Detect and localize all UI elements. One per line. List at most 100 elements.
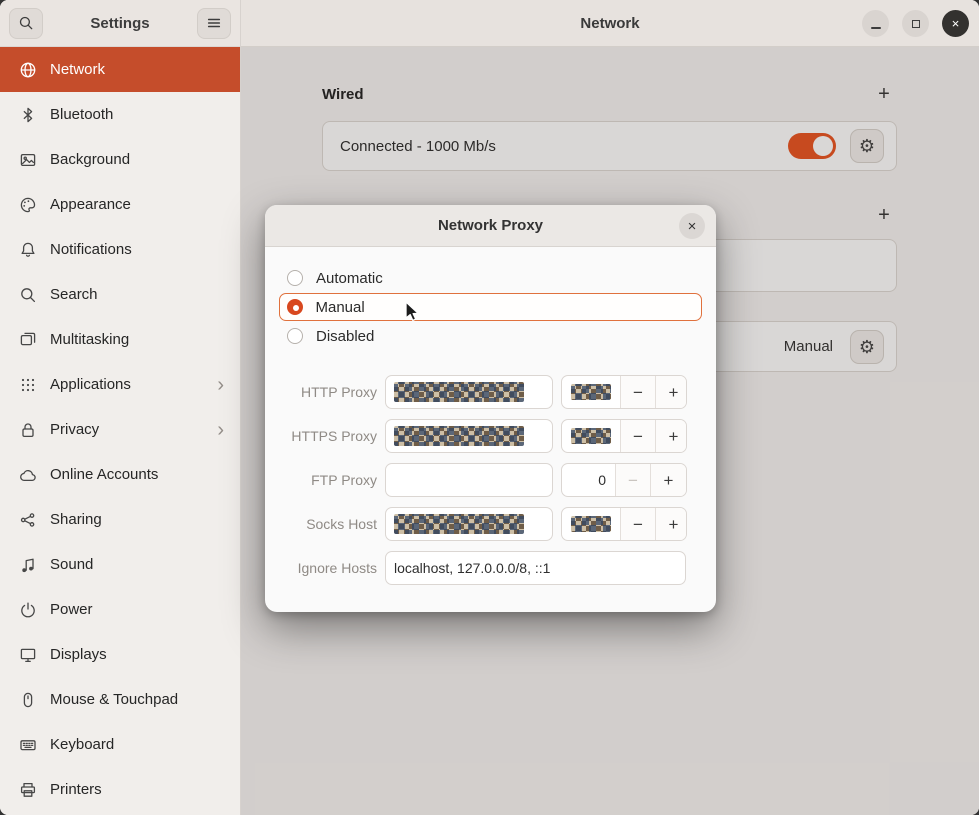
socks-host-row: Socks Host −+ — [265, 507, 716, 541]
proxy-mode-label: Automatic — [316, 270, 383, 287]
sidebar-item-label: Appearance — [50, 196, 131, 213]
bluetooth-icon — [19, 106, 37, 124]
proxy-mode-label: Manual — [316, 299, 365, 316]
redacted-value — [571, 516, 611, 532]
power-icon — [19, 601, 37, 619]
search-icon — [18, 15, 34, 31]
http-proxy-port-increment-button[interactable]: + — [656, 376, 687, 408]
https-proxy-port-increment-button[interactable]: + — [656, 420, 687, 452]
https-proxy-port-decrement-button[interactable]: − — [621, 420, 656, 452]
minimize-button[interactable] — [862, 10, 889, 37]
sound-icon — [19, 556, 37, 574]
proxy-mode-label: Disabled — [316, 328, 374, 345]
close-button[interactable]: × — [942, 10, 969, 37]
radio-selected-icon[interactable] — [287, 299, 303, 315]
http-proxy-port-spinner: −+ — [561, 375, 687, 409]
sidebar-item-online-accounts[interactable]: Online Accounts — [0, 452, 240, 497]
dialog-title: Network Proxy — [438, 217, 543, 234]
sidebar-item-network[interactable]: Network — [0, 47, 240, 92]
sidebar-item-printers[interactable]: Printers — [0, 767, 240, 812]
sidebar-item-power[interactable]: Power — [0, 587, 240, 632]
socks-host-input[interactable] — [385, 507, 553, 541]
sidebar-item-notifications[interactable]: Notifications — [0, 227, 240, 272]
dialog-close-button[interactable]: × — [679, 213, 705, 239]
sidebar-item-keyboard[interactable]: Keyboard — [0, 722, 240, 767]
https-proxy-port-value[interactable] — [562, 420, 621, 452]
settings-window: Settings Network Bluetooth Background Appea… — [0, 0, 979, 815]
socks-host-port-spinner: −+ — [561, 507, 687, 541]
chevron-right-icon: › — [217, 375, 230, 395]
redacted-value — [394, 426, 524, 446]
ftp-proxy-port-spinner: 0−+ — [561, 463, 687, 497]
sidebar-item-label: Applications — [50, 376, 131, 393]
sidebar: Settings Network Bluetooth Background Appea… — [0, 0, 241, 815]
https-proxy-label: HTTPS Proxy — [265, 428, 377, 444]
ftp-proxy-label: FTP Proxy — [265, 472, 377, 488]
https-proxy-port-spinner: −+ — [561, 419, 687, 453]
ftp-proxy-port-value[interactable]: 0 — [562, 464, 616, 496]
sidebar-item-multitasking[interactable]: Multitasking — [0, 317, 240, 362]
ftp-proxy-port-increment-button[interactable]: + — [651, 464, 686, 496]
socks-host-port-increment-button[interactable]: + — [656, 508, 687, 540]
proxy-mode-options: Automatic Manual Disabled — [265, 264, 716, 350]
http-proxy-input[interactable] — [385, 375, 553, 409]
window-controls: × — [862, 10, 969, 37]
socks-host-port-value[interactable] — [562, 508, 621, 540]
printer-icon — [19, 781, 37, 799]
http-proxy-port-decrement-button[interactable]: − — [621, 376, 656, 408]
radio-icon[interactable] — [287, 328, 303, 344]
http-proxy-row: HTTP Proxy−+ — [265, 375, 716, 409]
sidebar-item-appearance[interactable]: Appearance — [0, 182, 240, 227]
ftp-proxy-port-decrement-button: − — [616, 464, 651, 496]
socks-host-label: Socks Host — [265, 516, 377, 532]
sidebar-item-label: Background — [50, 151, 130, 168]
sidebar-item-label: Printers — [50, 781, 102, 798]
proxy-mode-disabled[interactable]: Disabled — [265, 322, 716, 350]
socks-host-port-decrement-button[interactable]: − — [621, 508, 656, 540]
redacted-value — [394, 382, 524, 402]
sidebar-headerbar: Settings — [0, 0, 240, 47]
sidebar-item-mouse-touchpad[interactable]: Mouse & Touchpad — [0, 677, 240, 722]
sidebar-item-label: Search — [50, 286, 98, 303]
sidebar-item-search[interactable]: Search — [0, 272, 240, 317]
sidebar-item-sharing[interactable]: Sharing — [0, 497, 240, 542]
hamburger-icon — [206, 15, 222, 31]
maximize-icon — [912, 20, 920, 28]
ignore-hosts-input[interactable]: localhost, 127.0.0.0/8, ::1 — [385, 551, 686, 585]
dialog-headerbar: Network Proxy × — [265, 205, 716, 247]
search-button[interactable] — [9, 8, 43, 39]
radio-icon[interactable] — [287, 270, 303, 286]
sidebar-item-privacy[interactable]: Privacy› — [0, 407, 240, 452]
sidebar-item-label: Sound — [50, 556, 93, 573]
maximize-button[interactable] — [902, 10, 929, 37]
sidebar-item-label: Power — [50, 601, 93, 618]
sidebar-item-displays[interactable]: Displays — [0, 632, 240, 677]
http-proxy-port-value[interactable] — [562, 376, 621, 408]
redacted-value — [394, 514, 524, 534]
sidebar-item-label: Notifications — [50, 241, 132, 258]
https-proxy-input[interactable] — [385, 419, 553, 453]
multitasking-icon — [19, 331, 37, 349]
proxy-mode-manual[interactable]: Manual — [279, 293, 702, 321]
proxy-mode-automatic[interactable]: Automatic — [265, 264, 716, 292]
sidebar-item-background[interactable]: Background — [0, 137, 240, 182]
menu-button[interactable] — [197, 8, 231, 39]
sidebar-item-label: Multitasking — [50, 331, 129, 348]
sidebar-item-bluetooth[interactable]: Bluetooth — [0, 92, 240, 137]
sidebar-nav: Network Bluetooth Background Appearance Noti… — [0, 47, 240, 812]
appearance-icon — [19, 196, 37, 214]
close-icon: × — [952, 16, 960, 31]
ftp-proxy-input[interactable] — [385, 463, 553, 497]
search-icon — [19, 286, 37, 304]
lock-icon — [19, 421, 37, 439]
sidebar-item-label: Network — [50, 61, 105, 78]
sidebar-item-sound[interactable]: Sound — [0, 542, 240, 587]
sidebar-item-applications[interactable]: Applications › — [0, 362, 240, 407]
https-proxy-row: HTTPS Proxy −+ — [265, 419, 716, 453]
mouse-icon — [19, 691, 37, 709]
share-icon — [19, 511, 37, 529]
redacted-value — [571, 384, 611, 400]
sidebar-item-label: Keyboard — [50, 736, 114, 753]
sidebar-item-label: Online Accounts — [50, 466, 158, 483]
app-title: Settings — [43, 15, 197, 32]
